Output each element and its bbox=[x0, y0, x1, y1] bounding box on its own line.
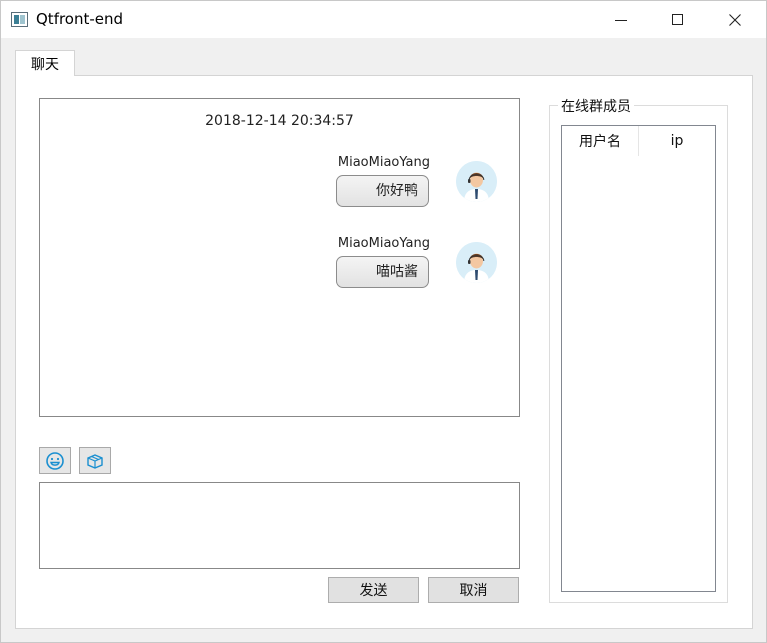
file-button[interactable] bbox=[79, 447, 111, 474]
column-header-ip[interactable]: ip bbox=[639, 126, 715, 156]
avatar-icon bbox=[456, 242, 497, 283]
window-title: Qtfront-end bbox=[36, 10, 124, 28]
chat-timestamp: 2018-12-14 20:34:57 bbox=[205, 113, 354, 129]
title-bar[interactable]: Qtfront-end bbox=[1, 1, 766, 38]
tab-chat[interactable]: 聊天 bbox=[15, 50, 75, 76]
minimize-button[interactable] bbox=[598, 1, 644, 38]
members-title: 在线群成员 bbox=[558, 96, 634, 116]
chat-display[interactable]: 2018-12-14 20:34:57 MiaoMiaoYang 你好鸭 Mia… bbox=[39, 98, 520, 417]
message-bubble: 你好鸭 bbox=[336, 175, 429, 207]
app-icon bbox=[11, 12, 28, 27]
message-bubble: 喵咕酱 bbox=[336, 256, 429, 288]
avatar-icon bbox=[456, 161, 497, 202]
message-username: MiaoMiaoYang bbox=[337, 236, 430, 251]
box-icon bbox=[87, 453, 103, 469]
members-table-header: 用户名 ip bbox=[562, 126, 715, 156]
message-input[interactable] bbox=[39, 482, 520, 569]
emoji-button[interactable] bbox=[39, 447, 71, 474]
maximize-icon bbox=[671, 14, 683, 25]
message-username: MiaoMiaoYang bbox=[337, 155, 430, 170]
close-button[interactable] bbox=[712, 1, 758, 38]
maximize-button[interactable] bbox=[654, 1, 700, 38]
smiley-icon bbox=[46, 451, 64, 470]
app-window: Qtfront-end 聊天 2018-12-14 20:34:57 MiaoM… bbox=[0, 0, 767, 643]
members-table[interactable]: 用户名 ip bbox=[561, 125, 716, 592]
close-icon bbox=[729, 13, 741, 26]
minimize-icon bbox=[615, 20, 627, 21]
chat-message: MiaoMiaoYang 喵咕酱 bbox=[40, 236, 519, 300]
send-button[interactable]: 发送 bbox=[328, 577, 419, 603]
chat-message: MiaoMiaoYang 你好鸭 bbox=[40, 155, 519, 219]
cancel-button[interactable]: 取消 bbox=[428, 577, 519, 603]
column-header-username[interactable]: 用户名 bbox=[562, 126, 639, 156]
